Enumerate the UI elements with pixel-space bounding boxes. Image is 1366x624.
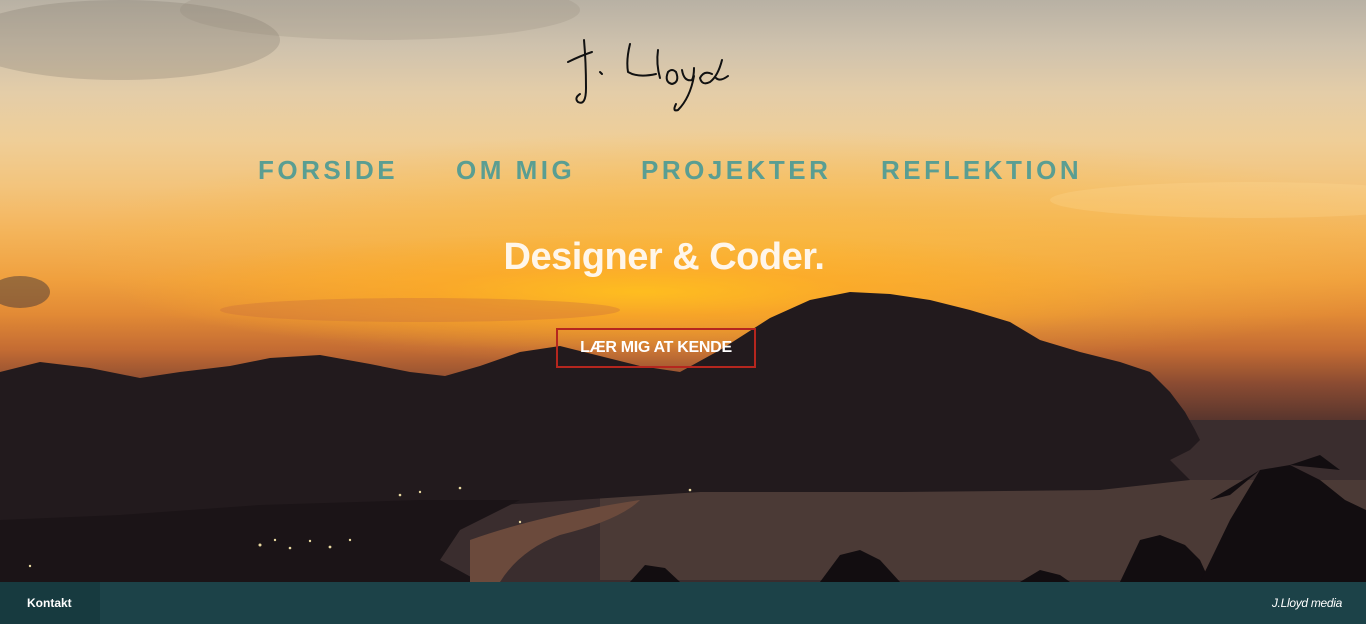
get-to-know-me-button[interactable]: LÆR MIG AT KENDE: [556, 328, 756, 368]
footer-bar: Kontakt J.Lloyd media: [0, 582, 1366, 624]
nav-item-forside[interactable]: FORSIDE: [258, 155, 398, 186]
signature-logo-image: [567, 39, 729, 112]
nav-item-om-mig[interactable]: OM MIG: [456, 155, 575, 186]
nav-item-projekter[interactable]: PROJEKTER: [641, 155, 831, 186]
main-navigation: FORSIDE OM MIG PROJEKTER REFLEKTION: [0, 155, 1366, 191]
hero-headline: Designer & Coder.: [503, 236, 825, 278]
footer-contact-link[interactable]: Kontakt: [0, 582, 100, 624]
footer-brand-text: J.Lloyd media: [1271, 596, 1342, 610]
nav-item-reflektion[interactable]: REFLEKTION: [881, 155, 1082, 186]
hero-section: FORSIDE OM MIG PROJEKTER REFLEKTION Desi…: [0, 0, 1366, 582]
signature-logo[interactable]: [560, 32, 740, 122]
